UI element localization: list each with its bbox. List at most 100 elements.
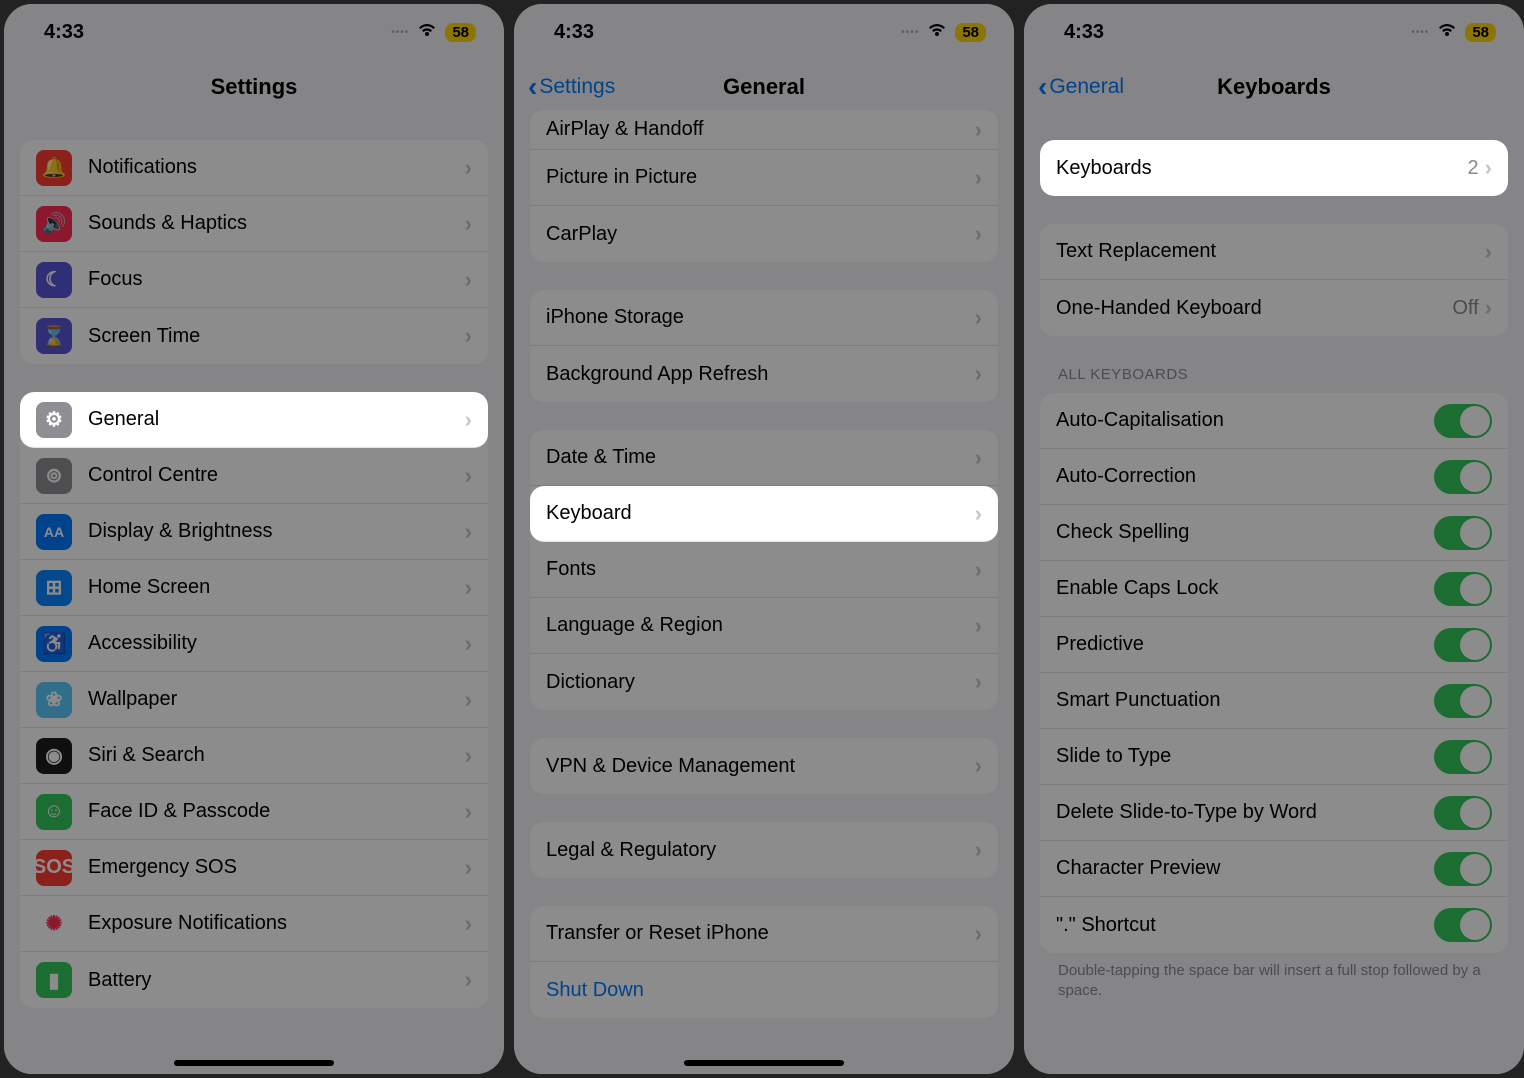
row-date-time[interactable]: Date & Time› <box>530 430 998 486</box>
home-icon: ⊞ <box>36 570 72 606</box>
wallpaper-icon: ❀ <box>36 682 72 718</box>
row-character-preview[interactable]: Character Preview <box>1040 841 1508 897</box>
row-face-id-passcode[interactable]: ☺Face ID & Passcode› <box>20 784 488 840</box>
toggle-switch[interactable] <box>1434 516 1492 550</box>
row-delete-slide-to-type-by-word[interactable]: Delete Slide-to-Type by Word <box>1040 785 1508 841</box>
home-indicator[interactable] <box>684 1060 844 1066</box>
toggle-switch[interactable] <box>1434 460 1492 494</box>
toggle-switch[interactable] <box>1434 740 1492 774</box>
row-shortcut[interactable]: "." Shortcut <box>1040 897 1508 953</box>
row-airplay-handoff[interactable]: AirPlay & Handoff› <box>530 110 998 150</box>
chevron-right-icon: › <box>975 669 982 695</box>
chevron-right-icon: › <box>465 323 472 349</box>
row-text-replacement[interactable]: Text Replacement› <box>1040 224 1508 280</box>
row-shut-down[interactable]: Shut Down <box>530 962 998 1018</box>
settings-list[interactable]: 🔔Notifications›🔊Sounds & Haptics›☾Focus›… <box>4 114 504 1074</box>
row-label: Accessibility <box>88 632 465 655</box>
row-label: Background App Refresh <box>546 363 975 386</box>
chevron-right-icon: › <box>465 855 472 881</box>
row-check-spelling[interactable]: Check Spelling <box>1040 505 1508 561</box>
home-indicator[interactable] <box>174 1060 334 1066</box>
row-predictive[interactable]: Predictive <box>1040 617 1508 673</box>
row-language-region[interactable]: Language & Region› <box>530 598 998 654</box>
row-label: Emergency SOS <box>88 856 465 879</box>
cellular-icon: •••• <box>391 27 409 38</box>
row-label: AirPlay & Handoff <box>546 118 975 141</box>
group-reset: Transfer or Reset iPhone›Shut Down <box>530 906 998 1018</box>
row-slide-to-type[interactable]: Slide to Type <box>1040 729 1508 785</box>
group-input: Date & Time›Keyboard›Fonts›Language & Re… <box>530 430 998 710</box>
toggle-switch[interactable] <box>1434 684 1492 718</box>
chevron-right-icon: › <box>465 211 472 237</box>
page-title: Keyboards <box>1217 74 1331 100</box>
screen-general: 4:33 •••• 58 ‹ Settings General AirPlay … <box>514 4 1014 1074</box>
row-label: Exposure Notifications <box>88 912 465 935</box>
row-fonts[interactable]: Fonts› <box>530 542 998 598</box>
row-battery[interactable]: ▮Battery› <box>20 952 488 1008</box>
toggle-switch[interactable] <box>1434 852 1492 886</box>
row-keyboards[interactable]: Keyboards2 › <box>1040 140 1508 196</box>
row-emergency-sos[interactable]: SOSEmergency SOS› <box>20 840 488 896</box>
chevron-right-icon: › <box>465 463 472 489</box>
row-general[interactable]: ⚙General› <box>20 392 488 448</box>
exposure-icon: ✺ <box>36 906 72 942</box>
row-keyboard[interactable]: Keyboard› <box>530 486 998 542</box>
row-screen-time[interactable]: ⌛Screen Time› <box>20 308 488 364</box>
row-transfer-or-reset-iphone[interactable]: Transfer or Reset iPhone› <box>530 906 998 962</box>
general-list[interactable]: AirPlay & Handoff›Picture in Picture›Car… <box>514 84 1014 1044</box>
row-wallpaper[interactable]: ❀Wallpaper› <box>20 672 488 728</box>
row-label: Screen Time <box>88 325 465 348</box>
group-media: AirPlay & Handoff›Picture in Picture›Car… <box>530 110 998 262</box>
row-one-handed-keyboard[interactable]: One-Handed KeyboardOff› <box>1040 280 1508 336</box>
row-background-app-refresh[interactable]: Background App Refresh› <box>530 346 998 402</box>
row-label: Notifications <box>88 156 465 179</box>
toggle-switch[interactable] <box>1434 796 1492 830</box>
chevron-right-icon: › <box>465 267 472 293</box>
toggle-switch[interactable] <box>1434 628 1492 662</box>
row-value: Off <box>1452 297 1478 320</box>
row-accessibility[interactable]: ♿Accessibility› <box>20 616 488 672</box>
row-sounds-haptics[interactable]: 🔊Sounds & Haptics› <box>20 196 488 252</box>
row-carplay[interactable]: CarPlay› <box>530 206 998 262</box>
back-button[interactable]: ‹ Settings <box>528 73 615 101</box>
chevron-right-icon: › <box>975 305 982 331</box>
row-legal-regulatory[interactable]: Legal & Regulatory› <box>530 822 998 878</box>
row-label: Keyboard <box>546 502 975 525</box>
chevron-right-icon: › <box>975 165 982 191</box>
row-home-screen[interactable]: ⊞Home Screen› <box>20 560 488 616</box>
wifi-icon <box>417 21 437 44</box>
screen-keyboards: 4:33 •••• 58 ‹ General Keyboards Keyboar… <box>1024 4 1524 1074</box>
row-label: Fonts <box>546 558 975 581</box>
row-auto-capitalisation[interactable]: Auto-Capitalisation <box>1040 393 1508 449</box>
row-notifications[interactable]: 🔔Notifications› <box>20 140 488 196</box>
toggle-switch[interactable] <box>1434 572 1492 606</box>
chevron-right-icon: › <box>1485 155 1492 181</box>
row-auto-correction[interactable]: Auto-Correction <box>1040 449 1508 505</box>
back-button[interactable]: ‹ General <box>1038 73 1124 101</box>
row-picture-in-picture[interactable]: Picture in Picture› <box>530 150 998 206</box>
row-enable-caps-lock[interactable]: Enable Caps Lock <box>1040 561 1508 617</box>
row-display-brightness[interactable]: AADisplay & Brightness› <box>20 504 488 560</box>
page-title: Settings <box>211 74 298 100</box>
row-value: 2 <box>1468 157 1479 180</box>
row-focus[interactable]: ☾Focus› <box>20 252 488 308</box>
chevron-right-icon: › <box>975 753 982 779</box>
chevron-right-icon: › <box>465 407 472 433</box>
row-dictionary[interactable]: Dictionary› <box>530 654 998 710</box>
row-iphone-storage[interactable]: iPhone Storage› <box>530 290 998 346</box>
row-control-centre[interactable]: ⊚Control Centre› <box>20 448 488 504</box>
row-exposure-notifications[interactable]: ✺Exposure Notifications› <box>20 896 488 952</box>
row-vpn-device-management[interactable]: VPN & Device Management› <box>530 738 998 794</box>
row-label: Keyboards <box>1056 157 1468 180</box>
group-general: ⚙General›⊚Control Centre›AADisplay & Bri… <box>20 392 488 1008</box>
keyboards-list[interactable]: Keyboards2› Text Replacement›One-Handed … <box>1024 114 1524 1074</box>
toggle-switch[interactable] <box>1434 404 1492 438</box>
row-smart-punctuation[interactable]: Smart Punctuation <box>1040 673 1508 729</box>
status-bar: 4:33 •••• 58 <box>4 4 504 60</box>
row-label: Delete Slide-to-Type by Word <box>1056 801 1434 824</box>
chevron-right-icon: › <box>1485 295 1492 321</box>
toggle-switch[interactable] <box>1434 908 1492 942</box>
status-time: 4:33 <box>1064 21 1104 44</box>
row-label: Character Preview <box>1056 857 1434 880</box>
row-siri-search[interactable]: ◉Siri & Search› <box>20 728 488 784</box>
